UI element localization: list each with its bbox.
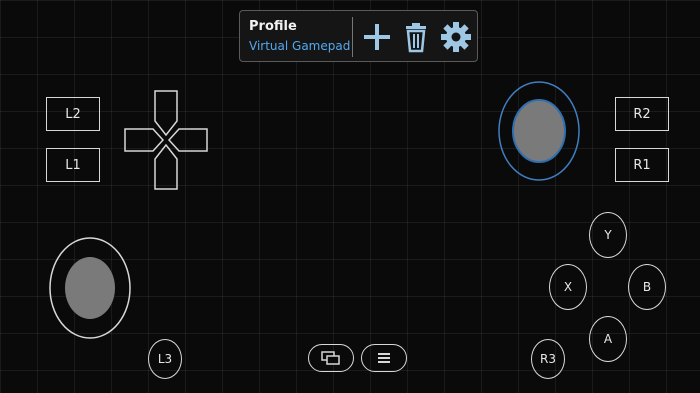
- profile-name[interactable]: Virtual Gamepad: [249, 39, 350, 53]
- view-button[interactable]: [308, 344, 354, 372]
- r3-button[interactable]: R3: [531, 339, 565, 379]
- trash-icon[interactable]: [399, 20, 433, 54]
- right-analog-stick[interactable]: [497, 80, 581, 182]
- x-button[interactable]: X: [549, 264, 587, 310]
- windows-icon: [321, 351, 340, 365]
- l1-button[interactable]: L1: [46, 148, 100, 182]
- r1-button[interactable]: R1: [615, 148, 669, 182]
- profile-label[interactable]: Profile: [249, 19, 297, 34]
- profile-toolbar: Profile Virtual Gamepad: [239, 10, 478, 62]
- a-button[interactable]: A: [589, 316, 627, 362]
- left-analog-stick[interactable]: [48, 236, 132, 340]
- b-button[interactable]: B: [628, 264, 666, 310]
- toolbar-divider: [352, 17, 353, 57]
- gear-icon[interactable]: [439, 20, 473, 54]
- menu-icon: [378, 353, 390, 363]
- menu-button[interactable]: [361, 344, 407, 372]
- y-button[interactable]: Y: [589, 212, 627, 258]
- dpad[interactable]: [123, 89, 209, 191]
- r2-button[interactable]: R2: [615, 97, 669, 131]
- l3-button[interactable]: L3: [148, 339, 182, 379]
- plus-icon[interactable]: [360, 20, 394, 54]
- l2-button[interactable]: L2: [46, 97, 100, 131]
